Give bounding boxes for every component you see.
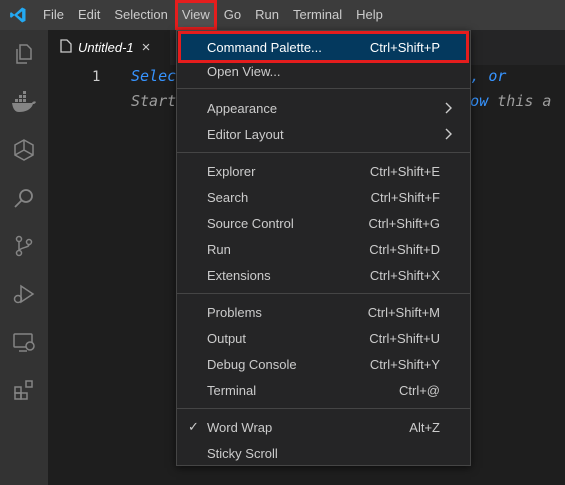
menu-file[interactable]: File bbox=[36, 0, 71, 30]
menu-help[interactable]: Help bbox=[349, 0, 390, 30]
menu-item-editor-layout[interactable]: Editor Layout bbox=[181, 121, 466, 147]
menu-item-debug-console[interactable]: Debug Console Ctrl+Shift+Y bbox=[181, 351, 466, 377]
menu-item-problems[interactable]: Problems Ctrl+Shift+M bbox=[181, 299, 466, 325]
remote-explorer-icon[interactable] bbox=[0, 318, 48, 366]
menu-item-label: Terminal bbox=[207, 382, 257, 398]
menu-item-extensions[interactable]: Extensions Ctrl+Shift+X bbox=[181, 262, 466, 288]
menu-item-shortcut: Ctrl+Shift+F bbox=[370, 189, 440, 205]
hint-text-left: Start bbox=[131, 92, 177, 110]
menu-item-label: Debug Console bbox=[207, 356, 297, 372]
menu-item-output[interactable]: Output Ctrl+Shift+U bbox=[181, 325, 466, 351]
menu-item-shortcut: Ctrl+Shift+X bbox=[369, 267, 440, 283]
menu-item-command-palette[interactable]: Command Palette... Ctrl+Shift+P bbox=[178, 31, 469, 63]
extensions-icon[interactable] bbox=[0, 366, 48, 414]
explorer-files-icon[interactable] bbox=[0, 30, 48, 78]
menu-go[interactable]: Go bbox=[217, 0, 248, 30]
menu-item-shortcut: Ctrl+Shift+E bbox=[369, 163, 440, 179]
menu-item-shortcut: Ctrl+Shift+G bbox=[368, 215, 440, 231]
tab-untitled-1[interactable]: Untitled-1 × bbox=[48, 30, 170, 65]
line-number: 1 bbox=[92, 69, 101, 85]
source-control-icon[interactable] bbox=[0, 222, 48, 270]
menu-separator bbox=[177, 293, 470, 294]
menu-run[interactable]: Run bbox=[248, 0, 286, 30]
menu-item-search[interactable]: Search Ctrl+Shift+F bbox=[181, 184, 466, 210]
menu-item-label: Extensions bbox=[207, 267, 271, 283]
menu-item-run[interactable]: Run Ctrl+Shift+D bbox=[181, 236, 466, 262]
menu-item-appearance[interactable]: Appearance bbox=[181, 95, 466, 121]
menu-item-label: Run bbox=[207, 241, 231, 257]
menu-item-shortcut: Ctrl+Shift+Y bbox=[369, 356, 440, 372]
menu-item-sticky-scroll[interactable]: Sticky Scroll bbox=[181, 440, 466, 466]
menu-item-terminal[interactable]: Terminal Ctrl+@ bbox=[181, 377, 466, 403]
editor-scrollbar[interactable] bbox=[551, 65, 565, 485]
menu-item-shortcut: Ctrl+Shift+U bbox=[369, 330, 440, 346]
menu-view[interactable]: View bbox=[174, 0, 217, 30]
menu-item-label: Problems bbox=[207, 304, 262, 320]
tab-label: Untitled-1 bbox=[78, 40, 134, 55]
menu-separator bbox=[177, 408, 470, 409]
vscode-logo-icon bbox=[0, 0, 36, 30]
menu-item-label: Source Control bbox=[207, 215, 294, 231]
menu-item-label: Word Wrap bbox=[207, 419, 273, 435]
menu-item-label: Appearance bbox=[207, 100, 278, 116]
menu-item-explorer[interactable]: Explorer Ctrl+Shift+E bbox=[181, 158, 466, 184]
menu-item-word-wrap[interactable]: ✓ Word Wrap Alt+Z bbox=[181, 414, 466, 440]
menu-item-label: Open View... bbox=[207, 63, 281, 79]
menu-item-shortcut: Alt+Z bbox=[409, 419, 440, 435]
menu-item-shortcut: Ctrl+Shift+P bbox=[369, 39, 440, 55]
menu-separator bbox=[177, 152, 470, 153]
menu-item-shortcut: Ctrl+@ bbox=[398, 382, 440, 398]
menu-separator bbox=[177, 88, 470, 89]
menu-item-label: Command Palette... bbox=[207, 39, 322, 55]
menu-item-shortcut: Ctrl+Shift+D bbox=[369, 241, 440, 257]
menu-item-label: Output bbox=[207, 330, 247, 346]
view-menu-dropdown: Command Palette... Ctrl+Shift+P Open Vie… bbox=[176, 30, 471, 466]
title-bar: File Edit Selection View Go Run Terminal… bbox=[0, 0, 565, 30]
menu-selection[interactable]: Selection bbox=[107, 0, 174, 30]
menu-item-label: Explorer bbox=[207, 163, 256, 179]
activity-bar bbox=[0, 30, 48, 485]
menu-terminal[interactable]: Terminal bbox=[286, 0, 349, 30]
hint-text-left: Selec bbox=[131, 67, 177, 85]
checkmark-icon: ✓ bbox=[188, 419, 199, 434]
docker-icon[interactable] bbox=[0, 78, 48, 126]
menu-item-shortcut: Ctrl+Shift+M bbox=[367, 304, 440, 320]
menu-item-label: Editor Layout bbox=[207, 126, 284, 142]
menu-edit[interactable]: Edit bbox=[71, 0, 107, 30]
file-icon bbox=[60, 39, 72, 56]
menu-item-open-view[interactable]: Open View... bbox=[181, 58, 466, 84]
chevron-right-icon bbox=[444, 128, 452, 143]
menu-item-label: Search bbox=[207, 189, 249, 205]
run-debug-icon[interactable] bbox=[0, 270, 48, 318]
search-icon[interactable] bbox=[0, 174, 48, 222]
kubernetes-hexagon-icon[interactable] bbox=[0, 126, 48, 174]
chevron-right-icon bbox=[444, 102, 452, 117]
hint-text-right: this a bbox=[488, 92, 552, 110]
close-icon[interactable]: × bbox=[142, 39, 151, 56]
menu-item-label: Sticky Scroll bbox=[207, 445, 278, 461]
menu-item-source-control[interactable]: Source Control Ctrl+Shift+G bbox=[181, 210, 466, 236]
